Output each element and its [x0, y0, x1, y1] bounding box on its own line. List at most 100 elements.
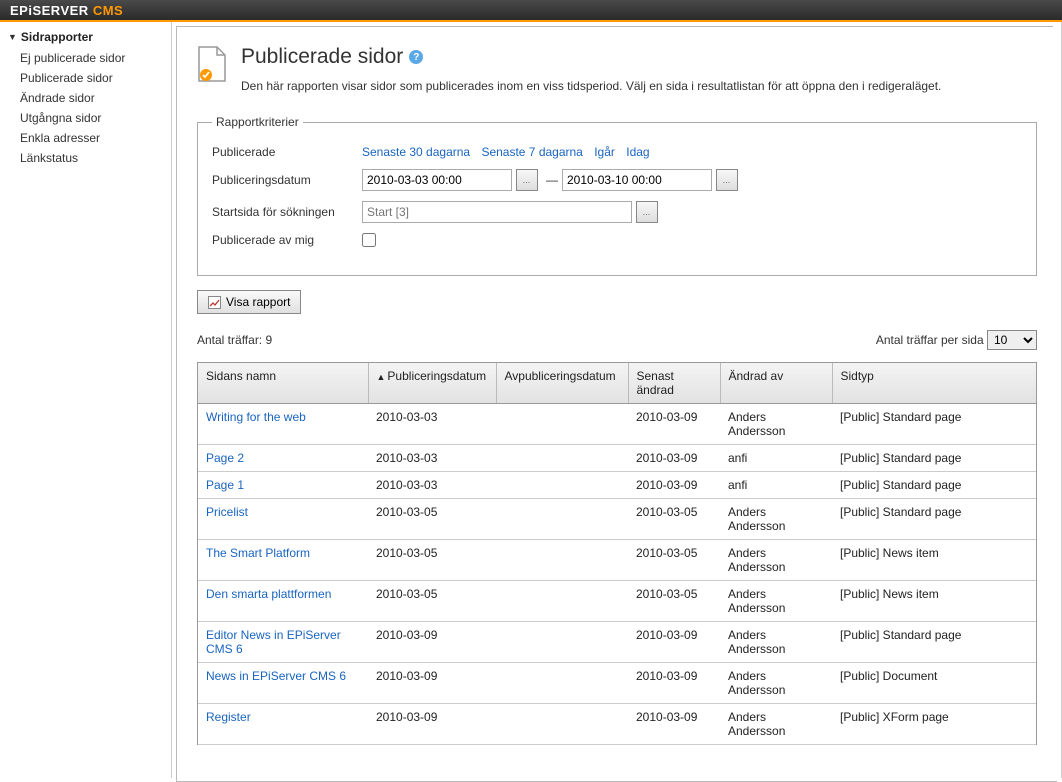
cell-unpubdate — [496, 581, 628, 622]
link-today[interactable]: Idag — [626, 145, 649, 159]
cell-pubdate: 2010-03-03 — [368, 404, 496, 445]
date-range-shortcut-links: Senaste 30 dagarna Senaste 7 dagarna Igå… — [362, 145, 658, 159]
cell-unpubdate — [496, 404, 628, 445]
cell-lastchanged: 2010-03-09 — [628, 663, 720, 704]
date-to-picker-button[interactable]: … — [716, 169, 738, 191]
cell-changedby: Anders Andersson — [720, 404, 832, 445]
cell-changedby: Anders Andersson — [720, 704, 832, 745]
cell-unpubdate — [496, 472, 628, 499]
criteria-label-by-me: Publicerade av mig — [212, 233, 362, 247]
sidebar: ▼ Sidrapporter Ej publicerade sidor Publ… — [0, 22, 172, 778]
report-icon — [208, 296, 221, 309]
col-header-changedby[interactable]: Ändrad av — [720, 363, 832, 404]
startpage-input[interactable] — [362, 201, 632, 223]
table-header-row: Sidans namn ▲Publiceringsdatum Avpublice… — [198, 363, 1036, 404]
cell-changedby: Anders Andersson — [720, 622, 832, 663]
cell-lastchanged: 2010-03-09 — [628, 622, 720, 663]
cell-lastchanged: 2010-03-05 — [628, 499, 720, 540]
page-link[interactable]: News in EPiServer CMS 6 — [206, 669, 346, 683]
col-header-name[interactable]: Sidans namn — [198, 363, 368, 404]
page-link[interactable]: Den smarta plattformen — [206, 587, 331, 601]
cell-lastchanged: 2010-03-05 — [628, 581, 720, 622]
table-row: Editor News in EPiServer CMS 6 2010-03-09… — [198, 622, 1036, 663]
cell-pagetype: [Public] Standard page — [832, 499, 1036, 540]
sidebar-item-simple-addresses[interactable]: Enkla adresser — [20, 128, 171, 148]
triangle-down-icon: ▼ — [8, 32, 17, 42]
per-page-select[interactable]: 10 — [987, 330, 1037, 350]
date-to-input[interactable] — [562, 169, 712, 191]
table-row: Page 22010-03-032010-03-09anfi[Public] S… — [198, 445, 1036, 472]
cell-pagetype: [Public] News item — [832, 540, 1036, 581]
page-title: Publicerade sidor — [241, 45, 403, 69]
link-last-7-days[interactable]: Senaste 7 dagarna — [481, 145, 582, 159]
cell-pubdate: 2010-03-09 — [368, 663, 496, 704]
cell-pubdate: 2010-03-05 — [368, 499, 496, 540]
sort-asc-icon: ▲ — [377, 372, 386, 382]
sidebar-item-link-status[interactable]: Länkstatus — [20, 148, 171, 168]
table-row: Den smarta plattformen2010-03-052010-03-… — [198, 581, 1036, 622]
page-link[interactable]: Page 1 — [206, 478, 244, 492]
help-icon[interactable]: ? — [409, 50, 423, 64]
table-row: Page 12010-03-032010-03-09anfi[Public] S… — [198, 472, 1036, 499]
cell-unpubdate — [496, 663, 628, 704]
link-last-30-days[interactable]: Senaste 30 dagarna — [362, 145, 470, 159]
cell-unpubdate — [496, 445, 628, 472]
top-bar: EPiSERVER CMS — [0, 0, 1062, 22]
sidebar-heading-label: Sidrapporter — [21, 30, 93, 44]
cell-changedby: anfi — [720, 445, 832, 472]
page-link[interactable]: Editor News in EPiServer CMS 6 — [206, 628, 341, 656]
report-document-icon — [197, 45, 227, 83]
date-from-input[interactable] — [362, 169, 512, 191]
cell-pagetype: [Public] XForm page — [832, 704, 1036, 745]
page-link[interactable]: Register — [206, 710, 251, 724]
cell-pagetype: [Public] News item — [832, 581, 1036, 622]
cell-pubdate: 2010-03-05 — [368, 540, 496, 581]
sidebar-item-expired[interactable]: Utgångna sidor — [20, 108, 171, 128]
col-header-lastchanged[interactable]: Senast ändrad — [628, 363, 720, 404]
sidebar-section-toggle[interactable]: ▼ Sidrapporter — [8, 30, 171, 44]
startpage-picker-button[interactable]: … — [636, 201, 658, 223]
cell-lastchanged: 2010-03-09 — [628, 404, 720, 445]
cell-pagetype: [Public] Standard page — [832, 404, 1036, 445]
cell-pagetype: [Public] Standard page — [832, 472, 1036, 499]
cell-pubdate: 2010-03-03 — [368, 445, 496, 472]
col-header-pubdate[interactable]: ▲Publiceringsdatum — [368, 363, 496, 404]
sidebar-item-changed[interactable]: Ändrade sidor — [20, 88, 171, 108]
link-yesterday[interactable]: Igår — [594, 145, 615, 159]
report-criteria-fieldset: Rapportkriterier Publicerade Senaste 30 … — [197, 115, 1037, 276]
cell-changedby: Anders Andersson — [720, 581, 832, 622]
cell-lastchanged: 2010-03-05 — [628, 540, 720, 581]
cell-unpubdate — [496, 622, 628, 663]
cell-changedby: Anders Andersson — [720, 540, 832, 581]
show-report-button[interactable]: Visa rapport — [197, 290, 301, 314]
cell-pagetype: [Public] Standard page — [832, 445, 1036, 472]
page-link[interactable]: The Smart Platform — [206, 546, 310, 560]
criteria-label-date: Publiceringsdatum — [212, 173, 362, 187]
cell-unpubdate — [496, 540, 628, 581]
published-by-me-checkbox[interactable] — [362, 233, 376, 247]
date-from-picker-button[interactable]: … — [516, 169, 538, 191]
cell-changedby: anfi — [720, 472, 832, 499]
page-link[interactable]: Writing for the web — [206, 410, 306, 424]
brand-logo: EPiSERVER CMS — [10, 3, 123, 18]
page-link[interactable]: Page 2 — [206, 451, 244, 465]
cell-pubdate: 2010-03-09 — [368, 704, 496, 745]
table-row: Pricelist2010-03-052010-03-05Anders Ande… — [198, 499, 1036, 540]
results-table: Sidans namn ▲Publiceringsdatum Avpublice… — [198, 363, 1036, 745]
sidebar-item-unpublished[interactable]: Ej publicerade sidor — [20, 48, 171, 68]
cell-changedby: Anders Andersson — [720, 663, 832, 704]
sidebar-item-published[interactable]: Publicerade sidor — [20, 68, 171, 88]
cell-pubdate: 2010-03-09 — [368, 622, 496, 663]
page-link[interactable]: Pricelist — [206, 505, 248, 519]
col-header-unpubdate[interactable]: Avpubliceringsdatum — [496, 363, 628, 404]
criteria-label-startpage: Startsida för sökningen — [212, 205, 362, 219]
table-row: News in EPiServer CMS 6 2010-03-09 2010-03… — [198, 663, 1036, 704]
table-row: Writing for the web 2010-03-03 2010-03-09A… — [198, 404, 1036, 445]
sidebar-list: Ej publicerade sidor Publicerade sidor Ä… — [8, 48, 171, 168]
hit-count: Antal träffar: 9 — [197, 333, 272, 347]
right-gutter — [1053, 22, 1061, 778]
col-header-pagetype[interactable]: Sidtyp — [832, 363, 1036, 404]
cell-pagetype: [Public] Document — [832, 663, 1036, 704]
criteria-legend: Rapportkriterier — [212, 115, 303, 129]
criteria-label-published: Publicerade — [212, 145, 362, 159]
